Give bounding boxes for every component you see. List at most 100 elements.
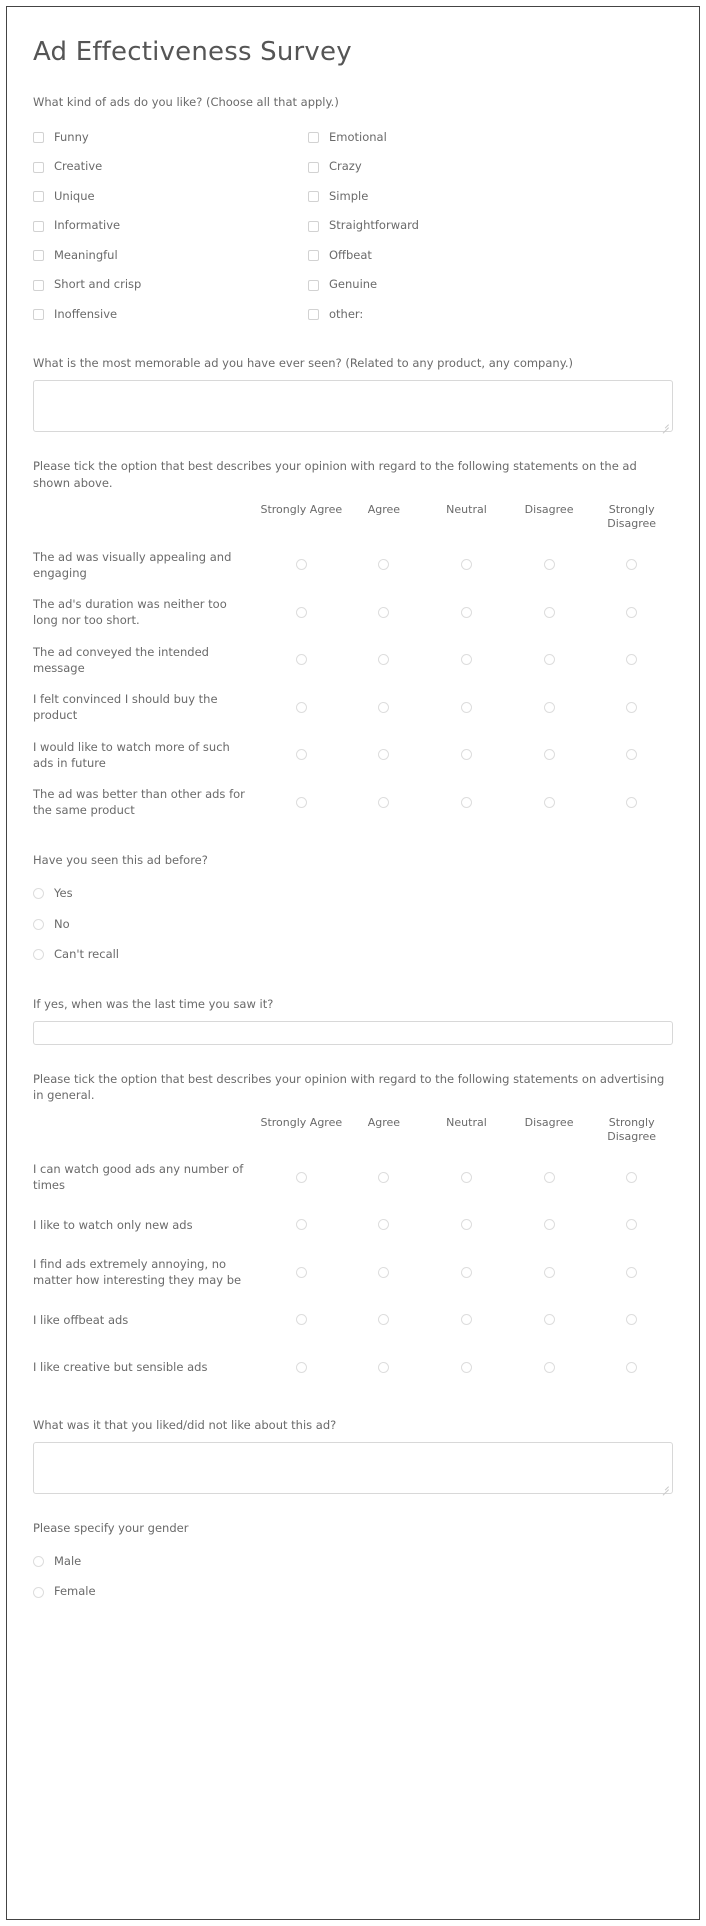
matrix-radio-cell[interactable]	[425, 541, 508, 589]
radio-icon[interactable]	[295, 749, 307, 761]
radio-icon[interactable]	[626, 606, 638, 618]
checkbox-option-crazy[interactable]: Crazy	[308, 152, 673, 182]
matrix-radio-cell[interactable]	[343, 588, 426, 636]
matrix-radio-cell[interactable]	[343, 636, 426, 684]
radio-icon[interactable]	[460, 654, 472, 666]
radio-icon[interactable]	[378, 654, 390, 666]
resize-handle-icon[interactable]	[660, 420, 670, 434]
matrix-radio-cell[interactable]	[590, 1296, 673, 1344]
checkbox-icon[interactable]	[308, 250, 319, 262]
matrix-radio-cell[interactable]	[590, 541, 673, 589]
matrix-radio-cell[interactable]	[260, 1154, 343, 1202]
matrix-radio-cell[interactable]	[508, 731, 591, 779]
checkbox-icon[interactable]	[308, 279, 319, 291]
liked-disliked-textarea[interactable]	[33, 1441, 673, 1496]
matrix-radio-cell[interactable]	[343, 731, 426, 779]
matrix-radio-cell[interactable]	[343, 1344, 426, 1392]
radio-icon[interactable]	[378, 606, 390, 618]
memorable-ad-textarea[interactable]	[33, 380, 673, 434]
radio-icon[interactable]	[460, 1361, 472, 1373]
matrix-radio-cell[interactable]	[425, 683, 508, 731]
radio-icon[interactable]	[626, 796, 638, 808]
matrix-radio-cell[interactable]	[508, 1296, 591, 1344]
matrix-radio-cell[interactable]	[260, 541, 343, 589]
radio-icon[interactable]	[460, 559, 472, 571]
radio-icon[interactable]	[543, 1171, 555, 1183]
radio-icon[interactable]	[460, 606, 472, 618]
radio-icon[interactable]	[295, 559, 307, 571]
matrix-radio-cell[interactable]	[508, 541, 591, 589]
radio-icon[interactable]	[33, 1556, 44, 1568]
matrix-radio-cell[interactable]	[425, 636, 508, 684]
matrix-radio-cell[interactable]	[508, 1344, 591, 1392]
radio-icon[interactable]	[378, 1361, 390, 1373]
matrix-radio-cell[interactable]	[590, 1154, 673, 1202]
radio-icon[interactable]	[378, 1266, 390, 1278]
radio-icon[interactable]	[460, 1266, 472, 1278]
matrix-radio-cell[interactable]	[260, 683, 343, 731]
radio-icon[interactable]	[295, 654, 307, 666]
checkbox-icon[interactable]	[33, 309, 44, 321]
checkbox-option-short-and-crisp[interactable]: Short and crisp	[33, 270, 308, 300]
matrix-radio-cell[interactable]	[343, 778, 426, 826]
radio-icon[interactable]	[626, 559, 638, 571]
matrix-radio-cell[interactable]	[260, 778, 343, 826]
radio-icon[interactable]	[626, 701, 638, 713]
checkbox-icon[interactable]	[308, 191, 319, 203]
matrix-radio-cell[interactable]	[425, 778, 508, 826]
radio-icon[interactable]	[543, 1266, 555, 1278]
matrix-radio-cell[interactable]	[260, 636, 343, 684]
checkbox-option-straightforward[interactable]: Straightforward	[308, 211, 673, 241]
radio-icon[interactable]	[295, 1361, 307, 1373]
checkbox-icon[interactable]	[308, 161, 319, 173]
checkbox-icon[interactable]	[308, 132, 319, 144]
matrix-radio-cell[interactable]	[425, 1296, 508, 1344]
matrix-radio-cell[interactable]	[590, 1249, 673, 1297]
radio-icon[interactable]	[295, 796, 307, 808]
radio-icon[interactable]	[626, 1171, 638, 1183]
radio-option-no[interactable]: No	[33, 909, 673, 940]
radio-icon[interactable]	[626, 1314, 638, 1326]
checkbox-option-unique[interactable]: Unique	[33, 182, 308, 212]
matrix-radio-cell[interactable]	[508, 1154, 591, 1202]
radio-option-yes[interactable]: Yes	[33, 879, 673, 910]
matrix-radio-cell[interactable]	[260, 731, 343, 779]
checkbox-icon[interactable]	[33, 191, 44, 203]
radio-option-male[interactable]: Male	[33, 1546, 673, 1577]
radio-icon[interactable]	[460, 1219, 472, 1231]
checkbox-option-genuine[interactable]: Genuine	[308, 270, 673, 300]
radio-icon[interactable]	[295, 606, 307, 618]
checkbox-icon[interactable]	[33, 132, 44, 144]
checkbox-option-emotional[interactable]: Emotional	[308, 123, 673, 153]
matrix-radio-cell[interactable]	[343, 1296, 426, 1344]
matrix-radio-cell[interactable]	[508, 1201, 591, 1249]
checkbox-icon[interactable]	[33, 250, 44, 262]
radio-icon[interactable]	[378, 701, 390, 713]
radio-option-female[interactable]: Female	[33, 1577, 673, 1608]
checkbox-icon[interactable]	[33, 279, 44, 291]
radio-icon[interactable]	[543, 1361, 555, 1373]
matrix-radio-cell[interactable]	[343, 1154, 426, 1202]
matrix-radio-cell[interactable]	[590, 636, 673, 684]
radio-icon[interactable]	[33, 1586, 44, 1598]
matrix-radio-cell[interactable]	[425, 1154, 508, 1202]
radio-icon[interactable]	[460, 796, 472, 808]
checkbox-option-creative[interactable]: Creative	[33, 152, 308, 182]
radio-icon[interactable]	[378, 559, 390, 571]
radio-icon[interactable]	[33, 888, 44, 900]
matrix-radio-cell[interactable]	[590, 731, 673, 779]
radio-icon[interactable]	[378, 749, 390, 761]
radio-icon[interactable]	[543, 701, 555, 713]
matrix-radio-cell[interactable]	[260, 1344, 343, 1392]
matrix-radio-cell[interactable]	[590, 1201, 673, 1249]
matrix-radio-cell[interactable]	[508, 636, 591, 684]
matrix-radio-cell[interactable]	[425, 731, 508, 779]
radio-icon[interactable]	[378, 796, 390, 808]
radio-icon[interactable]	[626, 749, 638, 761]
checkbox-option-offbeat[interactable]: Offbeat	[308, 241, 673, 271]
radio-icon[interactable]	[460, 701, 472, 713]
radio-icon[interactable]	[460, 1314, 472, 1326]
matrix-radio-cell[interactable]	[590, 588, 673, 636]
matrix-radio-cell[interactable]	[508, 778, 591, 826]
checkbox-icon[interactable]	[33, 161, 44, 173]
